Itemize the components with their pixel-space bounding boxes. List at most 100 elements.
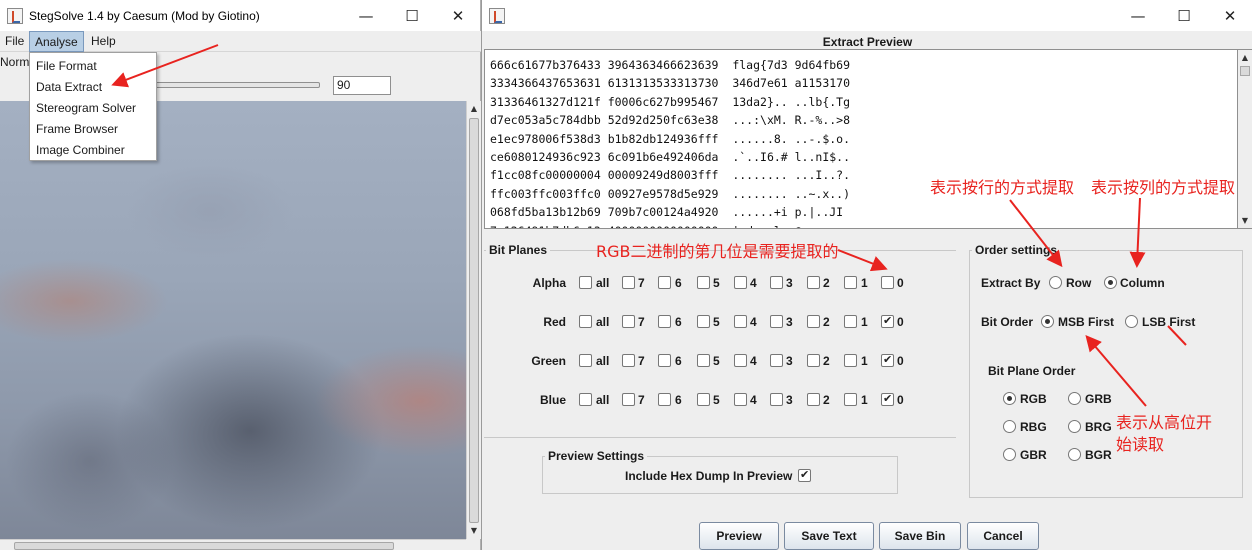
menu-item-frame-browser[interactable]: Frame Browser — [36, 119, 118, 140]
radio-grb[interactable] — [1068, 392, 1081, 405]
radio-lsb-first-label[interactable]: LSB First — [1142, 315, 1195, 329]
checkbox-label-1[interactable]: 1 — [861, 276, 868, 290]
checkbox-blue-2[interactable] — [807, 393, 820, 406]
checkbox-red-1[interactable] — [844, 315, 857, 328]
close-icon[interactable]: ✕ — [435, 0, 481, 31]
checkbox-label-7[interactable]: 7 — [638, 393, 645, 407]
checkbox-green-3[interactable] — [770, 354, 783, 367]
menu-item-data-extract[interactable]: Data Extract — [36, 77, 102, 98]
radio-rgb[interactable] — [1003, 392, 1016, 405]
checkbox-green-7[interactable] — [622, 354, 635, 367]
checkbox-blue-3[interactable] — [770, 393, 783, 406]
checkbox-blue-5[interactable] — [697, 393, 710, 406]
menu-help[interactable]: Help — [86, 31, 121, 52]
checkbox-label-4[interactable]: 4 — [750, 354, 757, 368]
checkbox-label-1[interactable]: 1 — [861, 393, 868, 407]
checkbox-label-5[interactable]: 5 — [713, 276, 720, 290]
checkbox-blue-1[interactable] — [844, 393, 857, 406]
checkbox-red-5[interactable] — [697, 315, 710, 328]
checkbox-red-6[interactable] — [658, 315, 671, 328]
checkbox-blue-7[interactable] — [622, 393, 635, 406]
checkbox-label-7[interactable]: 7 — [638, 315, 645, 329]
scroll-up-icon[interactable]: ▲ — [1238, 50, 1252, 65]
menu-item-file-format[interactable]: File Format — [36, 56, 97, 77]
checkbox-label-1[interactable]: 1 — [861, 315, 868, 329]
radio-grb-label[interactable]: GRB — [1085, 392, 1112, 406]
main-title-bar[interactable]: StegSolve 1.4 by Caesum (Mod by Giotino)… — [0, 0, 480, 31]
minimize-icon[interactable]: — — [343, 0, 389, 31]
checkbox-red-2[interactable] — [807, 315, 820, 328]
scroll-thumb[interactable] — [14, 542, 394, 550]
scroll-up-icon[interactable]: ▲ — [467, 101, 481, 116]
close-icon[interactable]: ✕ — [1207, 0, 1252, 31]
extract-title-bar[interactable]: — ☐ ✕ — [482, 0, 1252, 31]
checkbox-label-2[interactable]: 2 — [823, 393, 830, 407]
checkbox-blue-0[interactable] — [881, 392, 894, 406]
radio-rbg[interactable] — [1003, 420, 1016, 433]
radio-rbg-label[interactable]: RBG — [1020, 420, 1047, 434]
checkbox-label-4[interactable]: 4 — [750, 276, 757, 290]
image-horizontal-scrollbar[interactable] — [0, 539, 466, 550]
checkbox-label-0[interactable]: 0 — [897, 393, 904, 407]
checkbox-green-5[interactable] — [697, 354, 710, 367]
include-hex-label[interactable]: Include Hex Dump In Preview — [625, 469, 792, 483]
menu-item-image-combiner[interactable]: Image Combiner — [36, 140, 125, 161]
checkbox-label-3[interactable]: 3 — [786, 354, 793, 368]
radio-brg-label[interactable]: BRG — [1085, 420, 1112, 434]
checkbox-label-7[interactable]: 7 — [638, 354, 645, 368]
save-bin-button[interactable]: Save Bin — [879, 522, 961, 550]
menu-file[interactable]: File — [0, 31, 29, 52]
checkbox-alpha-4[interactable] — [734, 276, 747, 289]
preview-vertical-scrollbar[interactable]: ▲ ▼ — [1238, 49, 1252, 229]
checkbox-label-2[interactable]: 2 — [823, 276, 830, 290]
checkbox-label-5[interactable]: 5 — [713, 393, 720, 407]
checkbox-label-all[interactable]: all — [596, 276, 609, 290]
checkbox-label-5[interactable]: 5 — [713, 315, 720, 329]
radio-gbr-label[interactable]: GBR — [1020, 448, 1047, 462]
menu-item-stereogram-solver[interactable]: Stereogram Solver — [36, 98, 136, 119]
maximize-icon[interactable]: ☐ — [389, 0, 435, 31]
checkbox-red-0[interactable] — [881, 314, 894, 328]
checkbox-blue-all[interactable] — [579, 393, 592, 406]
radio-brg[interactable] — [1068, 420, 1081, 433]
checkbox-label-3[interactable]: 3 — [786, 393, 793, 407]
radio-msb-first[interactable] — [1041, 315, 1054, 328]
save-text-button[interactable]: Save Text — [784, 522, 874, 550]
preview-button[interactable]: Preview — [699, 522, 779, 550]
checkbox-green-6[interactable] — [658, 354, 671, 367]
checkbox-label-5[interactable]: 5 — [713, 354, 720, 368]
radio-lsb-first[interactable] — [1125, 315, 1138, 328]
radio-column[interactable] — [1104, 276, 1117, 289]
radio-column-label[interactable]: Column — [1120, 276, 1165, 290]
checkbox-alpha-2[interactable] — [807, 276, 820, 289]
checkbox-blue-4[interactable] — [734, 393, 747, 406]
cancel-button[interactable]: Cancel — [967, 522, 1039, 550]
checkbox-label-1[interactable]: 1 — [861, 354, 868, 368]
radio-msb-first-label[interactable]: MSB First — [1058, 315, 1114, 329]
checkbox-label-0[interactable]: 0 — [897, 315, 904, 329]
include-hex-checkbox[interactable] — [798, 468, 811, 482]
checkbox-green-2[interactable] — [807, 354, 820, 367]
checkbox-alpha-all[interactable] — [579, 276, 592, 289]
radio-rgb-label[interactable]: RGB — [1020, 392, 1047, 406]
checkbox-label-all[interactable]: all — [596, 354, 609, 368]
checkbox-label-4[interactable]: 4 — [750, 393, 757, 407]
scroll-down-icon[interactable]: ▼ — [1238, 213, 1252, 228]
checkbox-red-3[interactable] — [770, 315, 783, 328]
menu-analyse[interactable]: Analyse — [29, 31, 84, 52]
zoom-value-field[interactable]: 90 — [333, 76, 391, 95]
radio-row[interactable] — [1049, 276, 1062, 289]
checkbox-alpha-7[interactable] — [622, 276, 635, 289]
zoom-slider[interactable] — [150, 82, 320, 88]
image-vertical-scrollbar[interactable]: ▲ ▼ — [466, 101, 481, 539]
maximize-icon[interactable]: ☐ — [1161, 0, 1207, 31]
checkbox-label-6[interactable]: 6 — [675, 354, 682, 368]
checkbox-label-all[interactable]: all — [596, 315, 609, 329]
minimize-icon[interactable]: — — [1115, 0, 1161, 31]
checkbox-label-4[interactable]: 4 — [750, 315, 757, 329]
checkbox-label-7[interactable]: 7 — [638, 276, 645, 290]
checkbox-alpha-3[interactable] — [770, 276, 783, 289]
checkbox-green-all[interactable] — [579, 354, 592, 367]
checkbox-blue-6[interactable] — [658, 393, 671, 406]
checkbox-alpha-6[interactable] — [658, 276, 671, 289]
